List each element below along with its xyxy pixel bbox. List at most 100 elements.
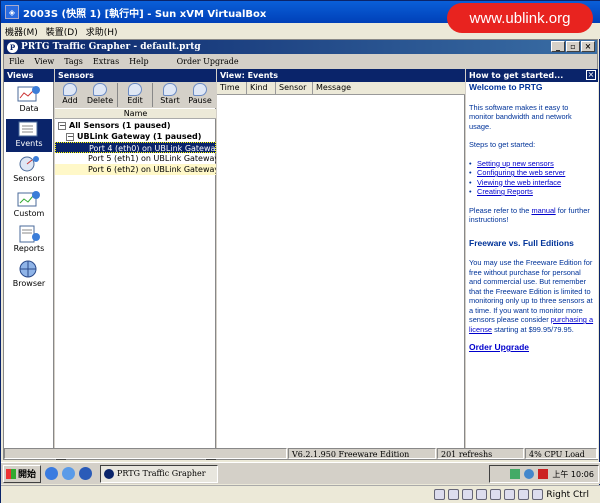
sensors-header: Sensors xyxy=(55,69,216,82)
prtg-task-icon xyxy=(104,468,114,479)
network-status-icon[interactable] xyxy=(476,489,488,500)
view-label-events: Events xyxy=(15,139,43,148)
prtg-title: PRTG Traffic Grapher - default.prtg xyxy=(21,42,201,52)
menu-file[interactable]: File xyxy=(4,57,29,66)
col-sensor[interactable]: Sensor xyxy=(276,82,313,94)
events-icon xyxy=(17,120,41,138)
start-icon xyxy=(163,83,177,96)
close-button[interactable]: × xyxy=(581,41,595,52)
system-tray: 上午 10:06 xyxy=(489,465,599,483)
link-manual[interactable]: manual xyxy=(531,206,555,215)
help-intro: This software makes it easy to monitor b… xyxy=(469,102,572,131)
tree-sensor-port4[interactable]: Port 4 (eth0) on UBLink Gateway xyxy=(55,142,216,153)
help-fvf-text: You may use the Freeware Edition for fre… xyxy=(469,258,595,334)
prtg-window: P PRTG Traffic Grapher - default.prtg _ … xyxy=(3,39,598,460)
tree-sensor-port6[interactable]: Port 6 (eth2) on UBLink Gateway xyxy=(55,164,216,175)
delete-button[interactable]: Delete xyxy=(85,82,115,108)
menu-view[interactable]: View xyxy=(29,57,59,66)
virtualbox-icon: ◈ xyxy=(5,5,19,19)
edit-icon xyxy=(128,83,142,96)
delete-icon xyxy=(93,83,107,96)
tree-group[interactable]: − UBLink Gateway (1 paused) xyxy=(55,131,216,142)
taskbar-prtg-button[interactable]: PRTG Traffic Grapher xyxy=(100,464,218,483)
prtg-tray-icon[interactable] xyxy=(538,469,549,479)
events-column-headers: Time Kind Sensor Message xyxy=(217,82,465,95)
views-header: Views xyxy=(4,69,54,82)
events-header: View: Events xyxy=(217,69,465,82)
view-item-events[interactable]: Events xyxy=(6,119,52,152)
watermark-logo: www.ublink.org xyxy=(447,3,593,33)
tree-group-label: UBLink Gateway (1 paused) xyxy=(77,132,202,141)
col-kind[interactable]: Kind xyxy=(247,82,276,94)
edit-label: Edit xyxy=(127,96,143,105)
tree-root-label: All Sensors (1 paused) xyxy=(69,121,171,130)
menu-devices[interactable]: 裝置(D) xyxy=(42,25,82,38)
view-label-reports: Reports xyxy=(13,244,45,253)
tree-sensor-port5[interactable]: Port 5 (eth1) on UBLink Gateway xyxy=(55,153,216,164)
start-button[interactable]: 開始 xyxy=(3,464,41,483)
sensors-toolbar: Add Delete Edit Start Pause xyxy=(55,82,216,108)
pause-label: Pause xyxy=(188,96,212,105)
link-configure-webserver[interactable]: Configuring the web server xyxy=(477,168,565,177)
collapse-icon[interactable]: − xyxy=(58,121,66,130)
maximize-button[interactable]: ▫ xyxy=(566,41,580,52)
taskbar-prtg-label: PRTG Traffic Grapher xyxy=(117,469,206,478)
menu-machine[interactable]: 機器(M) xyxy=(1,25,42,38)
hostkey-label: Right Ctrl xyxy=(546,489,589,500)
mouse-integration-icon[interactable] xyxy=(518,489,530,500)
view-item-browser[interactable]: Browser xyxy=(6,259,52,292)
hdd-icon[interactable] xyxy=(434,489,446,500)
sensor-tree: − All Sensors (1 paused) − UBLink Gateway … xyxy=(55,120,216,175)
explorer-icon[interactable] xyxy=(62,467,75,480)
add-label: Add xyxy=(62,96,78,105)
fvf-post: starting at $99.95/79.95. xyxy=(492,324,574,334)
help-tray-icon[interactable] xyxy=(524,469,535,479)
col-message[interactable]: Message xyxy=(313,82,465,94)
view-item-custom[interactable]: Custom xyxy=(6,189,52,222)
link-view-web-interface[interactable]: Viewing the web interface xyxy=(477,178,561,187)
media-icon[interactable] xyxy=(79,467,92,480)
menu-order-upgrade[interactable]: Order Upgrade xyxy=(172,57,244,66)
menu-extras[interactable]: Extras xyxy=(88,57,124,66)
tree-root[interactable]: − All Sensors (1 paused) xyxy=(55,120,216,131)
close-help-icon[interactable]: × xyxy=(586,70,596,80)
view-item-reports[interactable]: Reports xyxy=(6,224,52,257)
edit-button[interactable]: Edit xyxy=(120,82,150,108)
view-label-browser: Browser xyxy=(12,279,46,288)
order-upgrade-link[interactable]: Order Upgrade xyxy=(469,342,529,352)
prtg-icon: P xyxy=(7,41,18,53)
status-version: V6.2.1.950 Freeware Edition xyxy=(288,448,436,459)
reports-icon xyxy=(17,225,41,243)
pause-button[interactable]: Pause xyxy=(185,82,215,108)
minimize-button[interactable]: _ xyxy=(551,41,565,52)
help-panel: How to get started... × Welcome to PRTG … xyxy=(466,69,598,459)
ie-icon[interactable] xyxy=(45,467,58,480)
usb-icon[interactable] xyxy=(490,489,502,500)
clock: 上午 10:06 xyxy=(552,469,594,479)
menu-tags[interactable]: Tags xyxy=(59,57,88,66)
help-steps-title: Steps to get started: xyxy=(469,140,536,149)
link-creating-reports[interactable]: Creating Reports xyxy=(477,187,533,196)
custom-icon xyxy=(17,190,41,208)
add-button[interactable]: Add xyxy=(55,82,85,108)
help-header: How to get started... xyxy=(466,69,598,82)
help-fvf-title: Freeware vs. Full Editions xyxy=(469,237,574,248)
prtg-titlebar: P PRTG Traffic Grapher - default.prtg _ … xyxy=(4,40,597,54)
floppy-icon[interactable] xyxy=(462,489,474,500)
hostkey-arrow-icon xyxy=(532,489,544,500)
view-item-sensors[interactable]: Sensors xyxy=(6,154,52,187)
link-setup-sensors[interactable]: Setting up new sensors xyxy=(477,159,554,168)
start-button[interactable]: Start xyxy=(155,82,185,108)
network-icon[interactable] xyxy=(510,469,521,479)
col-time[interactable]: Time xyxy=(217,82,247,94)
add-icon xyxy=(63,83,77,96)
prtg-menubar: File View Tags Extras Help Order Upgrade xyxy=(4,55,597,68)
name-column-header[interactable]: Name xyxy=(55,109,216,119)
shared-folder-icon[interactable] xyxy=(504,489,516,500)
collapse-icon[interactable]: − xyxy=(66,132,74,141)
menu-help[interactable]: 求助(H) xyxy=(82,25,122,38)
cd-icon[interactable] xyxy=(448,489,460,500)
view-item-data[interactable]: Data xyxy=(6,84,52,117)
menu-help-prtg[interactable]: Help xyxy=(124,57,153,66)
help-refer: Please refer to the manual for further i… xyxy=(469,206,595,225)
